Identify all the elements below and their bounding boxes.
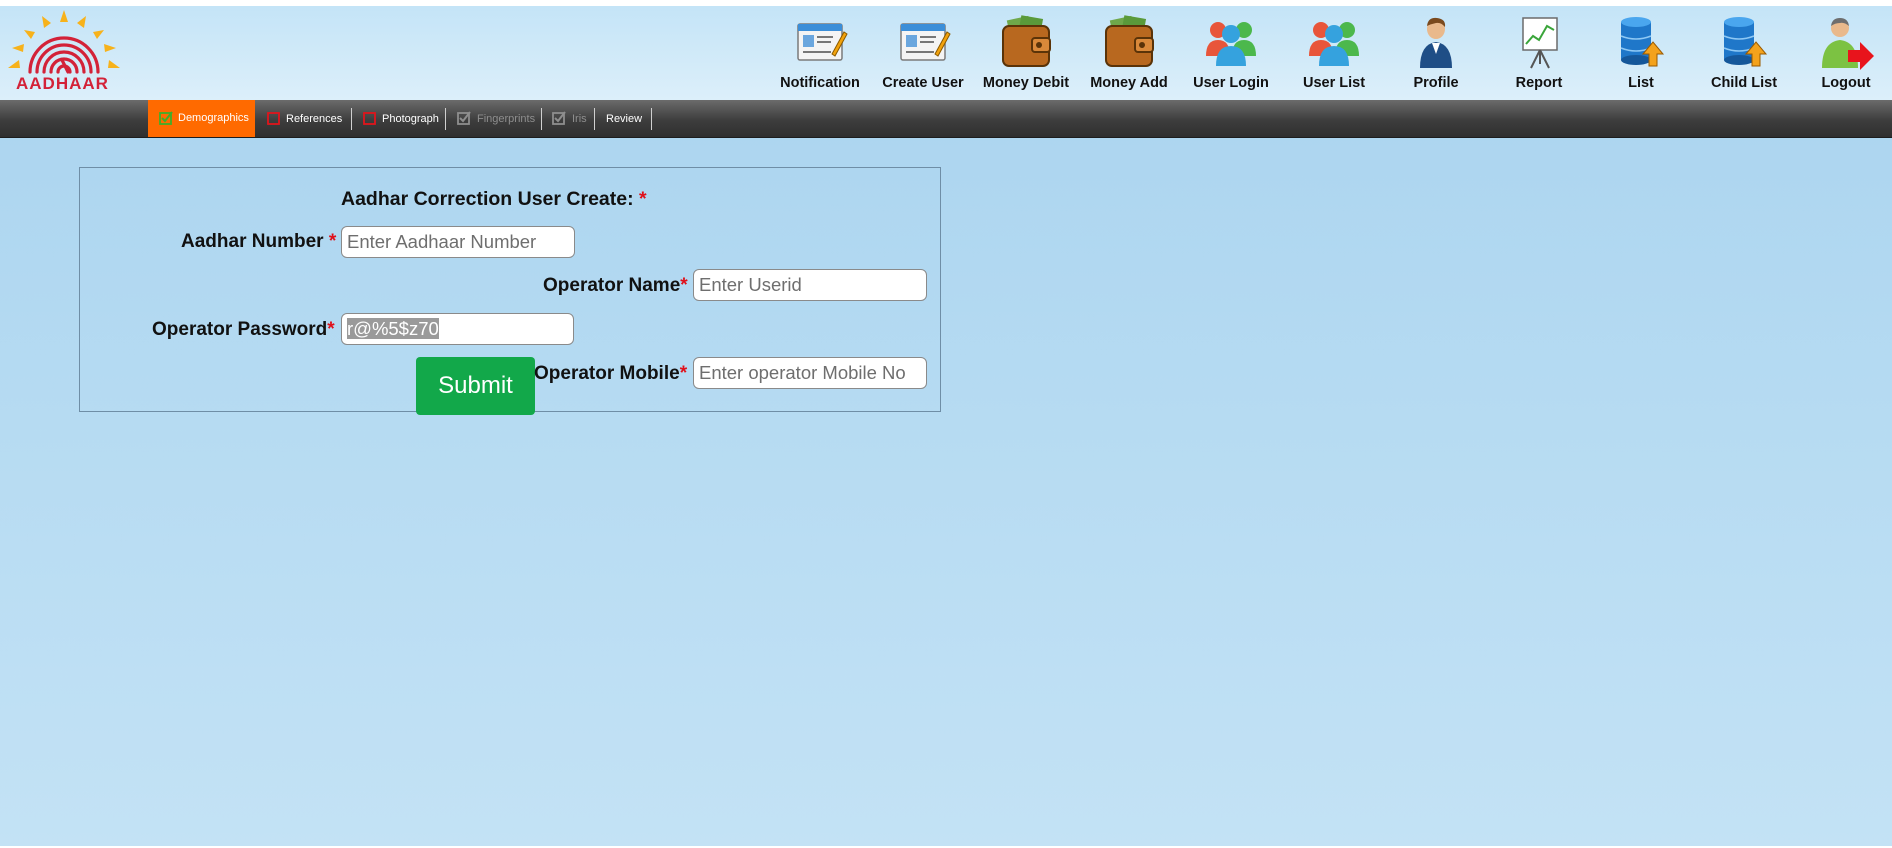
tab-label: Review [606,113,643,125]
wallet-icon [1002,15,1051,67]
nav-money-debit[interactable]: Money Debit [976,10,1076,96]
required-mark: * [679,363,688,384]
step-tab-bar: Demographics References Photograph Finge… [0,100,1892,138]
tab-divider [351,108,352,130]
operator-mobile-label-text: Operator Mobile [534,363,680,384]
nav-user-login[interactable]: User Login [1181,10,1281,96]
required-mark: * [327,319,335,340]
tab-photograph[interactable]: Photograph [357,100,443,137]
required-mark: * [328,231,337,252]
submit-button[interactable]: Submit [416,357,535,415]
operator-password-label: Operator Password* [152,319,335,341]
nav-label: Money Debit [982,75,1070,91]
form-title-text: Aadhar Correction User Create: [341,188,634,210]
tab-label: Demographics [178,112,249,124]
checkbox-empty-icon [363,112,376,125]
operator-mobile-input[interactable] [693,357,927,389]
operator-mobile-label: Operator Mobile* [534,363,687,385]
operator-name-label-text: Operator Name [543,275,681,296]
users-icon [1309,22,1359,66]
nav-label: Notification [780,75,860,91]
nav-label: User Login [1193,75,1269,91]
operator-password-value: r@%5$z70 [347,318,439,339]
tab-divider [594,108,595,130]
nav-label: Profile [1413,75,1459,91]
nav-report[interactable]: Report [1489,10,1589,96]
tab-label: Iris [572,113,587,125]
tab-review[interactable]: Review [600,100,650,137]
required-mark: * [680,275,688,296]
required-mark: * [639,188,647,210]
wallet-icon [1105,15,1154,67]
logout-icon [1822,18,1874,70]
tab-divider [651,108,652,130]
app-header: AADHAAR Notification Create User Money D… [0,6,1892,100]
nav-profile[interactable]: Profile [1386,10,1486,96]
nav-list[interactable]: List [1591,10,1691,96]
tab-fingerprints[interactable]: Fingerprints [451,100,538,137]
tab-label: References [286,113,343,125]
nav-money-add[interactable]: Money Add [1079,10,1179,96]
operator-name-label: Operator Name* [543,275,688,297]
database-upload-icon [1723,17,1768,67]
aadhar-number-label: Aadhar Number * [181,231,336,253]
tab-divider [445,108,446,130]
tab-divider [541,108,542,130]
form-title: Aadhar Correction User Create: * [341,188,647,211]
tab-label: Fingerprints [477,113,536,125]
tab-label: Photograph [382,113,439,125]
aadhar-number-input[interactable] [341,226,575,258]
tab-demographics[interactable]: Demographics [148,100,255,137]
nav-create-user[interactable]: Create User [873,10,973,96]
create-user-icon [900,23,951,61]
profile-icon [1420,17,1452,68]
database-upload-icon [1620,17,1665,67]
nav-logout[interactable]: Logout [1796,10,1892,96]
nav-label: Logout [1821,75,1871,91]
tab-references[interactable]: References [262,100,348,137]
nav-notification[interactable]: Notification [770,10,870,96]
operator-password-input[interactable]: r@%5$z70 [341,313,574,345]
operator-name-input[interactable] [693,269,927,301]
aadhar-number-label-text: Aadhar Number [181,231,324,252]
nav-user-list[interactable]: User List [1284,10,1384,96]
notification-icon [797,23,848,61]
users-icon [1206,22,1256,66]
report-chart-icon [1522,17,1558,69]
checkbox-checked-icon [159,111,173,125]
operator-password-label-text: Operator Password [152,319,328,340]
tab-iris[interactable]: Iris [547,100,592,137]
checkbox-checked-icon [457,111,471,125]
nav-label: List [1628,75,1654,91]
checkbox-checked-icon [552,111,566,125]
top-nav: Notification Create User Money Debit Mon… [0,6,1892,100]
nav-label: Create User [882,75,964,91]
checkbox-empty-icon [267,112,280,125]
nav-child-list[interactable]: Child List [1694,10,1794,96]
